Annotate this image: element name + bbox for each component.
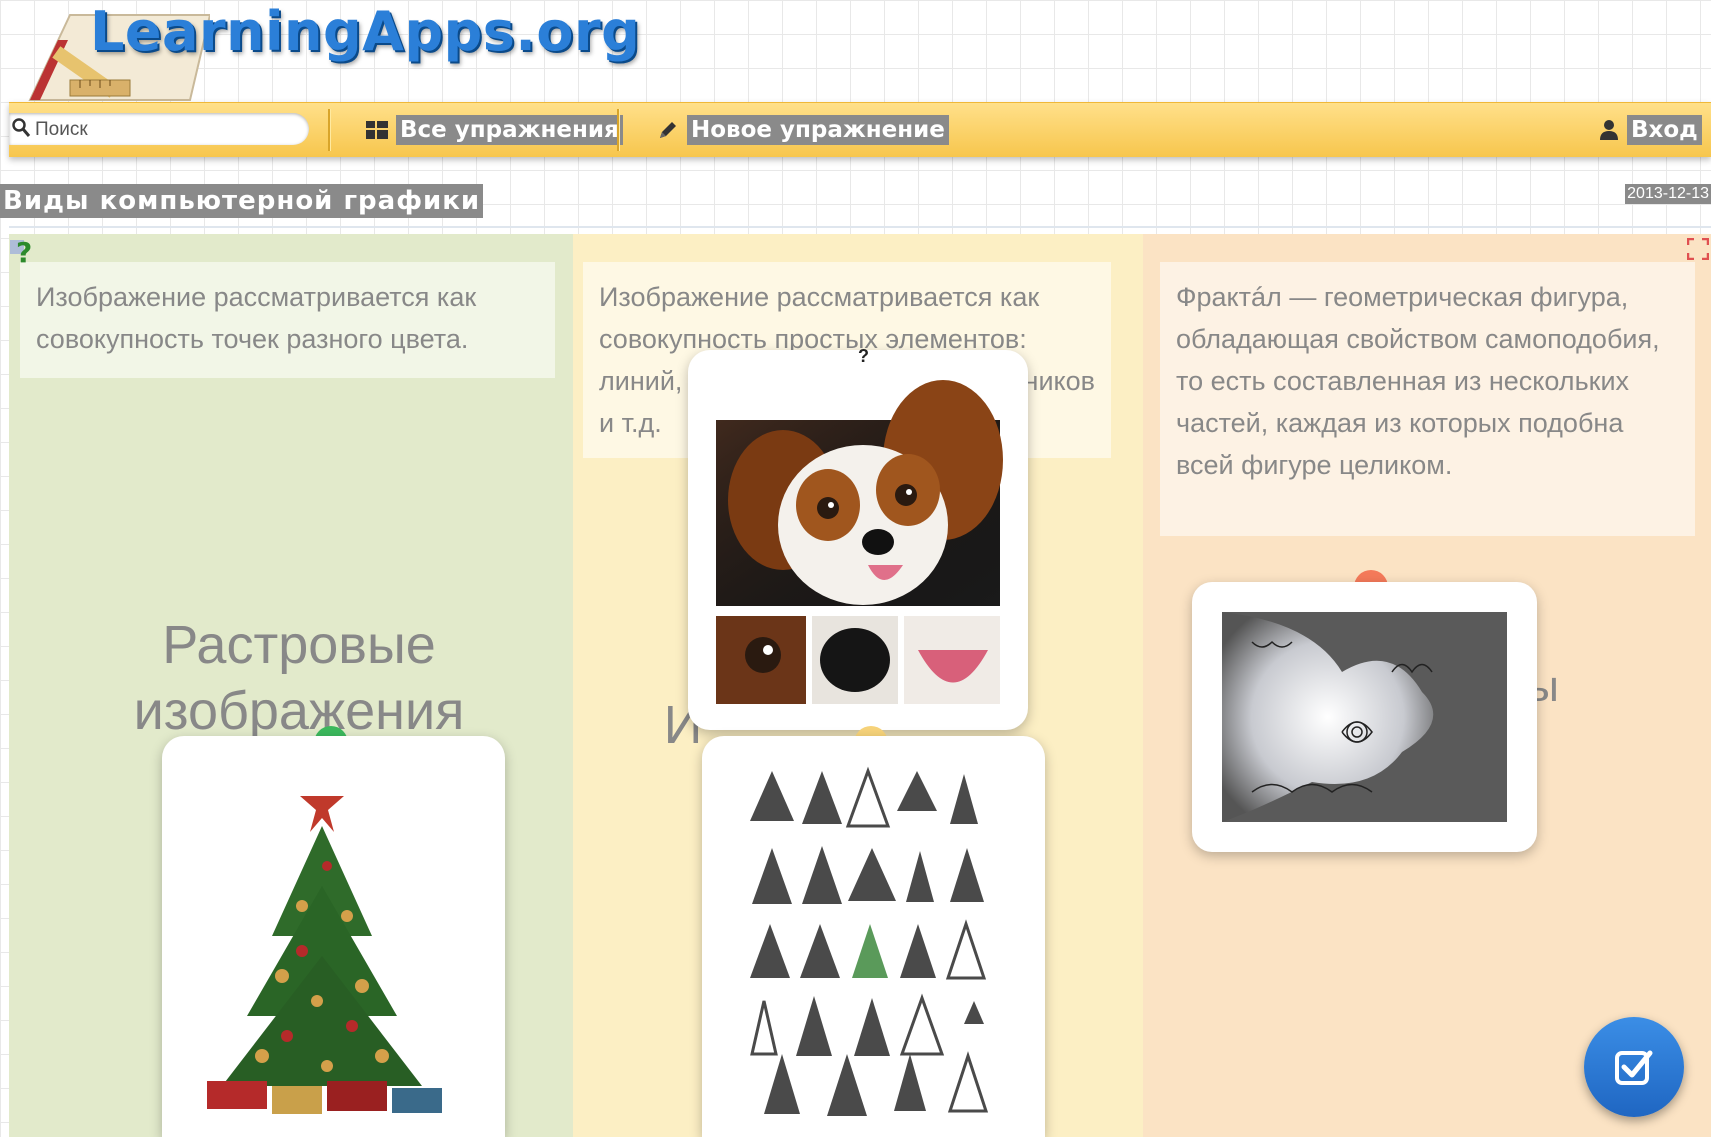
pencil-icon: [660, 122, 676, 138]
check-icon: [1615, 1050, 1653, 1085]
christmas-tree-image: [207, 796, 442, 1114]
publish-date: 2013-12-13: [1625, 184, 1711, 204]
search-icon: [12, 118, 31, 137]
check-answers-button[interactable]: [1584, 1017, 1684, 1117]
search-input[interactable]: [33, 118, 297, 142]
fractal-image: [1222, 612, 1507, 822]
logo-text[interactable]: LearningApps.org: [90, 0, 640, 63]
login-link[interactable]: Вход: [1599, 114, 1702, 146]
grid-icon: [366, 121, 388, 139]
fullscreen-icon[interactable]: [1687, 238, 1709, 260]
category-label: Растровые изображения: [79, 612, 519, 744]
vector-trees-image: [750, 766, 989, 1116]
help-icon[interactable]: ?: [10, 236, 36, 266]
nav-separator: [328, 109, 331, 151]
divider: [9, 226, 1711, 228]
page-title: Виды компьютерной графики: [0, 184, 484, 218]
description-line: Изображение рассматривается как: [599, 282, 1040, 312]
svg-text:?: ?: [16, 236, 32, 266]
user-icon: [1600, 120, 1618, 140]
dog-image: [716, 380, 1003, 704]
image-card-vector-trees[interactable]: [702, 736, 1045, 1137]
new-exercise-link[interactable]: Новое упражнение: [657, 114, 949, 146]
image-card-christmas-tree[interactable]: [162, 736, 505, 1137]
exercise-app: Изображение рассматривается как совокупн…: [9, 234, 1711, 1137]
title-row: Виды компьютерной графики 2013-12-13: [0, 180, 1711, 226]
nav-separator: [617, 109, 620, 151]
search-box[interactable]: [9, 113, 309, 145]
image-card-dog[interactable]: ?: [688, 346, 1028, 730]
login-label[interactable]: Вход: [1627, 115, 1702, 145]
category-description: Фрактáл — геометрическая фигура, обладаю…: [1160, 262, 1695, 536]
category-label-line: Растровые: [162, 615, 436, 675]
category-label-line: изображения: [133, 681, 465, 741]
logo[interactable]: LearningApps.org: [0, 0, 640, 102]
image-card-fractal[interactable]: [1192, 582, 1537, 852]
new-exercise-label[interactable]: Новое упражнение: [687, 115, 949, 145]
hint-mark: ?: [858, 346, 869, 366]
all-exercises-link[interactable]: Все упражнения: [366, 114, 623, 146]
all-exercises-label[interactable]: Все упражнения: [396, 115, 623, 145]
top-navbar: Все упражнения Новое упражнение Вход: [9, 102, 1711, 157]
description-fragment: линий,: [599, 366, 683, 396]
description-fragment: ников: [1023, 366, 1095, 396]
category-description: Изображение рассматривается как совокупн…: [20, 262, 555, 378]
